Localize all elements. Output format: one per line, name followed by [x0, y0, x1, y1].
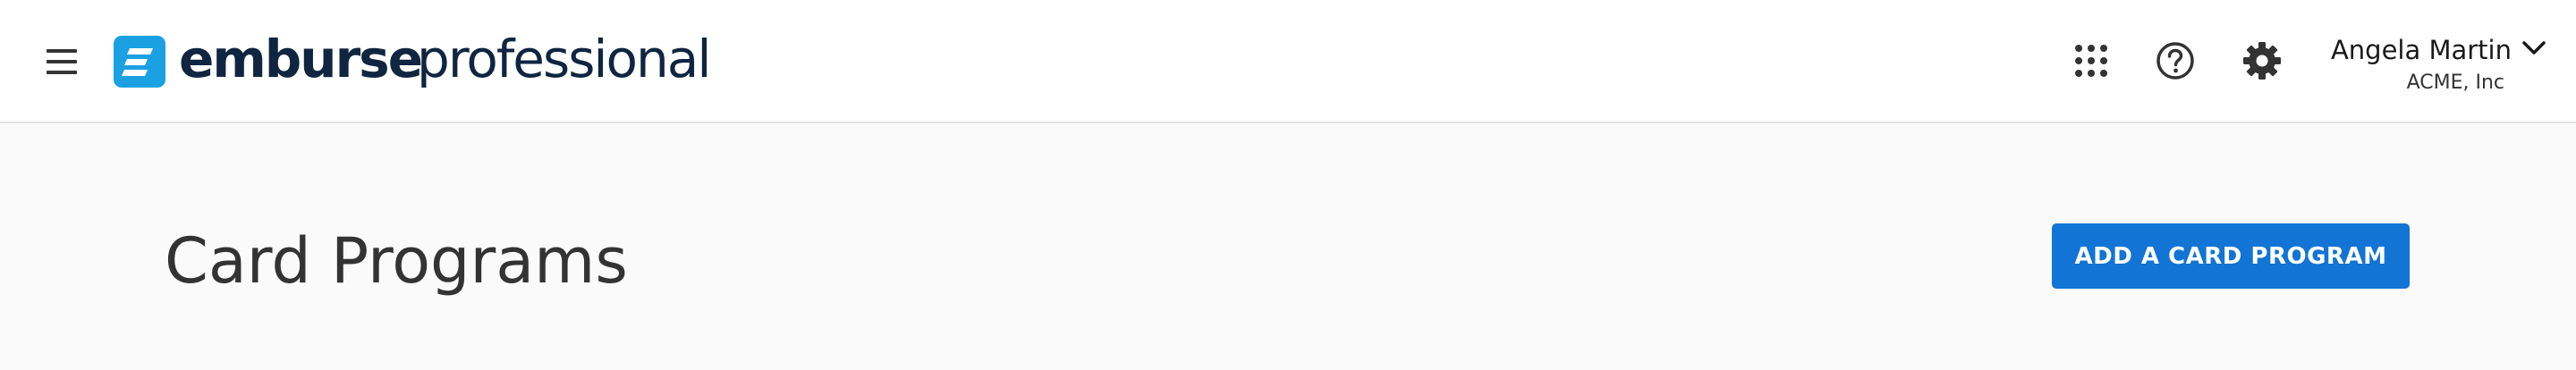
- user-company: ACME, Inc: [2406, 71, 2504, 94]
- gear-icon[interactable]: [2241, 39, 2284, 82]
- brand-name: emburse: [179, 29, 423, 89]
- user-name: Angela Martin: [2330, 35, 2512, 65]
- apps-grid-icon[interactable]: [2070, 39, 2113, 82]
- user-menu[interactable]: Angela Martin ACME, Inc: [2326, 27, 2549, 98]
- add-card-program-button[interactable]: ADD A CARD PROGRAM: [2052, 223, 2410, 289]
- emburse-logo-icon: [114, 36, 165, 88]
- chevron-down-icon: [2522, 41, 2546, 55]
- help-circle-icon[interactable]: [2154, 39, 2197, 82]
- page-title: Card Programs: [165, 224, 628, 298]
- hamburger-menu-icon[interactable]: [45, 46, 79, 77]
- brand-product: professional: [417, 29, 711, 89]
- top-navigation-bar: emburse professional Angela Martin ACME,…: [0, 0, 2576, 123]
